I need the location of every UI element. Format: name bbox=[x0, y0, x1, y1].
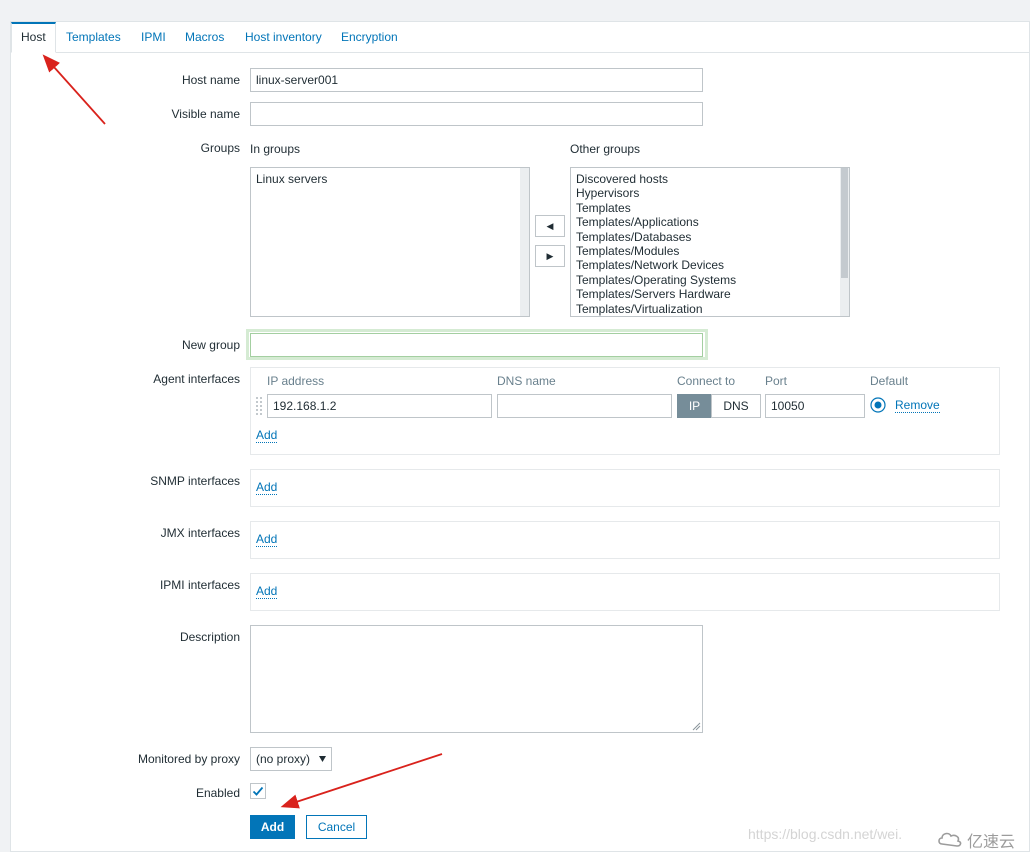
new-group-field[interactable] bbox=[250, 333, 703, 357]
watermark-url: https://blog.csdn.net/wei. bbox=[748, 826, 903, 842]
watermark-logo: 亿速云 bbox=[937, 828, 1025, 851]
visible-name-field[interactable] bbox=[250, 102, 703, 126]
add-ipmi-interface-link[interactable]: Add bbox=[256, 585, 278, 599]
tab-macros[interactable]: Macros bbox=[185, 22, 224, 53]
connect-dns-toggle[interactable]: DNS bbox=[711, 394, 761, 418]
tab-encryption[interactable]: Encryption bbox=[341, 22, 398, 53]
column-connect-to: Connect to bbox=[677, 374, 736, 388]
list-item[interactable]: Templates/Operating Systems bbox=[571, 273, 849, 287]
visible-name-label: Visible name bbox=[171, 107, 240, 121]
agent-interfaces-label: Agent interfaces bbox=[153, 372, 240, 386]
list-item[interactable]: Linux servers bbox=[251, 172, 529, 186]
jmx-interfaces-box bbox=[250, 521, 1000, 559]
add-button[interactable]: Add bbox=[250, 815, 295, 839]
column-ip-address: IP address bbox=[267, 374, 325, 388]
ipmi-interfaces-label: IPMI interfaces bbox=[159, 578, 240, 592]
arrow-left-icon: ◀ bbox=[546, 221, 554, 231]
remove-interface-link[interactable]: Remove bbox=[895, 399, 940, 413]
description-textarea[interactable] bbox=[250, 625, 703, 733]
add-agent-interface-link[interactable]: Add bbox=[256, 429, 278, 443]
column-dns-name: DNS name bbox=[497, 374, 556, 388]
move-left-button[interactable]: ◀ bbox=[535, 215, 565, 237]
in-groups-list[interactable]: Linux servers bbox=[250, 167, 530, 317]
enabled-checkbox[interactable] bbox=[250, 783, 266, 799]
list-item[interactable]: Templates bbox=[571, 201, 849, 215]
agent-port-field[interactable]: 10050 bbox=[765, 394, 865, 418]
other-groups-label: Other groups bbox=[570, 142, 641, 156]
column-port: Port bbox=[765, 374, 788, 388]
new-group-label: New group bbox=[181, 338, 240, 352]
drag-handle-icon[interactable] bbox=[256, 397, 262, 415]
scrollbar[interactable] bbox=[840, 168, 849, 316]
add-jmx-interface-link[interactable]: Add bbox=[256, 533, 278, 547]
groups-label: Groups bbox=[200, 141, 240, 155]
list-item[interactable]: Templates/Servers Hardware bbox=[571, 287, 849, 301]
list-item[interactable]: Templates/Databases bbox=[571, 230, 849, 244]
host-name-label: Host name bbox=[181, 73, 240, 87]
tab-ipmi[interactable]: IPMI bbox=[141, 22, 166, 53]
cloud-icon bbox=[938, 832, 962, 847]
enabled-label: Enabled bbox=[195, 786, 240, 800]
agent-ip-field[interactable]: 192.168.1.2 bbox=[267, 394, 492, 418]
tab-bar: Host Templates IPMI Macros Host inventor… bbox=[11, 22, 1029, 53]
cancel-button[interactable]: Cancel bbox=[306, 815, 367, 839]
connect-ip-toggle[interactable]: IP bbox=[677, 394, 712, 418]
scrollbar[interactable] bbox=[520, 168, 529, 316]
host-name-field[interactable]: linux-server001 bbox=[250, 68, 703, 92]
default-radio[interactable] bbox=[870, 397, 886, 413]
tab-templates[interactable]: Templates bbox=[66, 22, 121, 53]
in-groups-label: In groups bbox=[250, 142, 301, 156]
list-item[interactable]: Templates/Virtualization bbox=[571, 302, 849, 316]
scroll-thumb[interactable] bbox=[841, 168, 848, 278]
tab-host-inventory[interactable]: Host inventory bbox=[245, 22, 322, 53]
tab-host[interactable]: Host bbox=[11, 22, 56, 53]
other-groups-list[interactable]: Discovered hosts Hypervisors Templates T… bbox=[570, 167, 850, 317]
snmp-interfaces-label: SNMP interfaces bbox=[150, 474, 240, 488]
list-item[interactable]: Templates/Network Devices bbox=[571, 258, 849, 272]
snmp-interfaces-box bbox=[250, 469, 1000, 507]
list-item[interactable]: Templates/Applications bbox=[571, 215, 849, 229]
list-item[interactable]: Discovered hosts bbox=[571, 172, 849, 186]
resize-handle-icon[interactable] bbox=[692, 722, 701, 731]
agent-dns-field[interactable] bbox=[497, 394, 672, 418]
arrow-right-icon: ▶ bbox=[546, 251, 554, 261]
jmx-interfaces-label: JMX interfaces bbox=[160, 526, 240, 540]
proxy-select[interactable]: (no proxy) bbox=[250, 747, 332, 771]
list-item[interactable]: Hypervisors bbox=[571, 186, 849, 200]
column-default: Default bbox=[870, 374, 909, 388]
list-item[interactable]: Templates/Modules bbox=[571, 244, 849, 258]
proxy-label: Monitored by proxy bbox=[137, 752, 240, 766]
chevron-down-icon bbox=[319, 756, 326, 762]
watermark-brand: 亿速云 bbox=[967, 834, 1016, 851]
proxy-select-value: (no proxy) bbox=[256, 752, 311, 766]
description-label: Description bbox=[179, 630, 240, 644]
move-right-button[interactable]: ▶ bbox=[535, 245, 565, 267]
add-snmp-interface-link[interactable]: Add bbox=[256, 481, 278, 495]
ipmi-interfaces-box bbox=[250, 573, 1000, 611]
